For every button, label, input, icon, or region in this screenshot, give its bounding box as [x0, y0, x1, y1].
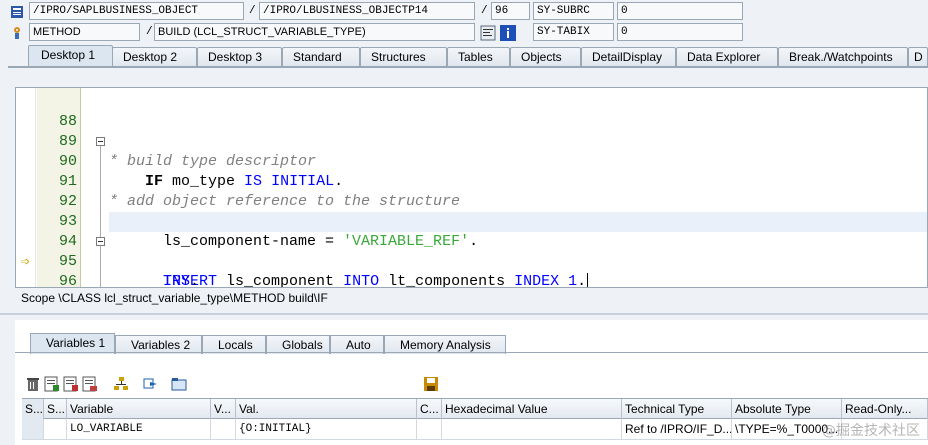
- code-line-current[interactable]: 94 INSERT ls_component INTO lt_component…: [37, 212, 927, 287]
- col-header-status-2[interactable]: S...: [44, 399, 67, 420]
- code-line[interactable]: 89 * build type descriptor: [37, 112, 927, 170]
- object-name-field[interactable]: BUILD (LCL_STRUCT_VARIABLE_TYPE): [154, 23, 475, 41]
- execution-pointer-icon: ➩: [21, 256, 31, 268]
- c-cell: [417, 419, 442, 440]
- object-type-field[interactable]: METHOD: [29, 23, 140, 41]
- tab-breakpoints[interactable]: Break./Watchpoints: [778, 47, 908, 67]
- col-header-v[interactable]: V...: [211, 399, 236, 420]
- tab-objects[interactable]: Objects: [510, 47, 581, 67]
- desktop-tab-underline: [8, 66, 928, 68]
- desktop-tab-strip: Desktop 1 Desktop 2 Desktop 3 Standard S…: [8, 45, 928, 67]
- row-selector[interactable]: [22, 419, 44, 440]
- fold-toggle-icon[interactable]: [96, 237, 105, 246]
- line-number-field[interactable]: 96: [491, 2, 530, 20]
- variables-toolbar: [25, 374, 925, 394]
- method-info-row: METHOD / BUILD (LCL_STRUCT_VARIABLE_TYPE…: [0, 23, 928, 44]
- col-header-variable[interactable]: Variable: [67, 399, 211, 420]
- splitter[interactable]: [0, 313, 928, 315]
- delete-icon[interactable]: [25, 376, 41, 392]
- program-info-row: /IPRO/SAPLBUSINESS_OBJECT / /IPRO/LBUSIN…: [0, 2, 928, 23]
- tab-variables-1[interactable]: Variables 1: [30, 333, 115, 354]
- insert-row-icon[interactable]: [44, 376, 60, 392]
- code-line-execution[interactable]: 96 mo_type ?= cl_abap_structdescr=>creat…: [37, 252, 927, 287]
- code-line[interactable]: 92 ls_component-type ?= cl_abap_refdescr…: [37, 172, 927, 230]
- v-cell: [211, 419, 236, 440]
- transfer-icon[interactable]: [142, 376, 158, 392]
- source-code-editor[interactable]: 88 89 * build type descriptor 90 IF mo_t…: [15, 87, 928, 288]
- tab-overflow[interactable]: D: [908, 47, 928, 67]
- save-layout-icon[interactable]: [63, 376, 79, 392]
- grid-header-row: S... S... Variable V... Val. C... Hexade…: [22, 398, 928, 420]
- col-header-absolute-type[interactable]: Absolute Type: [732, 399, 842, 420]
- slash-separator: /: [146, 26, 153, 38]
- method-icon: [14, 27, 20, 39]
- col-header-read-only[interactable]: Read-Only...: [842, 399, 928, 420]
- slash-separator: /: [249, 5, 256, 17]
- code-line[interactable]: 88: [37, 92, 927, 130]
- tab-tables[interactable]: Tables: [447, 47, 510, 67]
- code-line[interactable]: 91 * add object reference to the structu…: [37, 152, 927, 210]
- tab-data-explorer[interactable]: Data Explorer: [676, 47, 778, 67]
- variables-tab-strip: Variables 1 Variables 2 Locals Globals A…: [30, 333, 928, 354]
- sysvar-name-field[interactable]: SY-SUBRC: [533, 2, 614, 20]
- tab-desktop-3[interactable]: Desktop 3: [197, 47, 282, 67]
- slash-separator: /: [481, 5, 488, 17]
- code-line[interactable]: 95 TRY.: [37, 232, 927, 287]
- include-field[interactable]: /IPRO/LBUSINESS_OBJECTP14: [259, 2, 475, 20]
- load-layout-icon[interactable]: [82, 376, 98, 392]
- tab-desktop-2[interactable]: Desktop 2: [112, 47, 197, 67]
- col-header-hex[interactable]: Hexadecimal Value: [442, 399, 622, 420]
- sysvar-value-field[interactable]: 0: [617, 23, 743, 41]
- tab-desktop-1[interactable]: Desktop 1: [28, 45, 113, 67]
- status-cell: [44, 419, 67, 440]
- tab-structures[interactable]: Structures: [360, 47, 447, 67]
- watermark: @掘金技术社区: [822, 423, 920, 439]
- code-line[interactable]: 90 IF mo_type IS INITIAL.: [37, 132, 927, 190]
- col-header-technical-type[interactable]: Technical Type: [622, 399, 732, 420]
- info-icon[interactable]: [500, 25, 516, 41]
- table-row[interactable]: LO_VARIABLE {O:INITIAL} Ref to /IPRO/IF_…: [22, 419, 928, 440]
- scope-label: Scope \CLASS lcl_struct_variable_type\ME…: [21, 291, 328, 305]
- sysvar-name-field[interactable]: SY-TABIX: [533, 23, 614, 41]
- hierarchy-icon[interactable]: [113, 376, 129, 392]
- col-header-c[interactable]: C...: [417, 399, 442, 420]
- display-source-icon[interactable]: [480, 25, 496, 41]
- fold-toggle-icon[interactable]: [96, 137, 105, 146]
- program-icon: [11, 6, 23, 18]
- technical-type-cell: Ref to /IPRO/IF_D...: [622, 419, 732, 440]
- tab-standard[interactable]: Standard: [282, 47, 360, 67]
- code-line[interactable]: 97 CATCH cx_sy_struct_creation.: [37, 272, 927, 287]
- value-cell[interactable]: {O:INITIAL}: [236, 419, 417, 440]
- col-header-value[interactable]: Val.: [236, 399, 417, 420]
- hex-cell: [442, 419, 622, 440]
- folder-icon[interactable]: [171, 376, 187, 392]
- program-field[interactable]: /IPRO/SAPLBUSINESS_OBJECT: [29, 2, 244, 20]
- sysvar-value-field[interactable]: 0: [617, 2, 743, 20]
- col-header-status[interactable]: S...: [22, 399, 44, 420]
- variable-cell[interactable]: LO_VARIABLE: [67, 419, 211, 440]
- variables-tab-underline: [15, 352, 928, 353]
- save-icon[interactable]: [423, 376, 439, 392]
- tab-detaildisplay[interactable]: DetailDisplay: [581, 47, 676, 67]
- code-line[interactable]: 93 ls_component-name = 'VARIABLE_REF'.: [37, 192, 927, 250]
